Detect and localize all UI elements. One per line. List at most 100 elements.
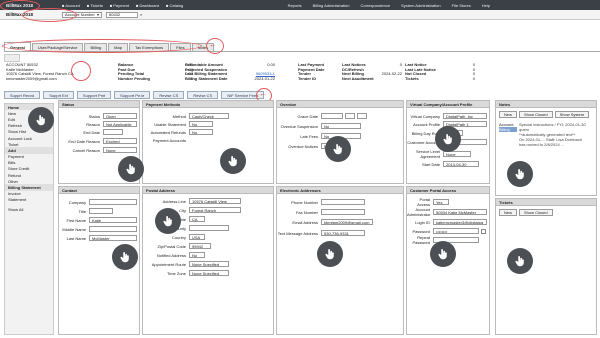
action-button-3[interactable]: Support Pmt [76,91,112,99]
fax-number-field[interactable] [321,209,365,215]
search-input[interactable]: 60432 [106,11,138,18]
action-button-5[interactable]: Revise CS [153,91,185,99]
tickets-show-closed-button[interactable]: Show Closed [519,209,553,216]
portal-access-select[interactable]: Yes [433,199,449,205]
nav-show-all[interactable]: Show All [5,206,53,212]
menu-billing-administration[interactable]: Billing Administration [313,3,350,8]
grace-extra-field[interactable] [357,113,367,119]
menu-tickets[interactable]: ■ Tickets [87,3,103,8]
action-button-2[interactable]: Supprt Ext [43,91,74,99]
nav-statement[interactable]: Statement [5,197,53,203]
cancel-reason-select[interactable]: None [103,147,137,153]
overdue-title: Overdue [277,101,403,108]
state-field[interactable]: CA [189,216,205,222]
note-line[interactable]: Special instructions / FYI: 2024-01-30 [519,122,595,127]
start-date-field[interactable]: 2013-04-30 [443,161,479,167]
header-col-statement: Refundable Amount 0.00 Projected Suspensi… [185,62,275,81]
menu-file-stores[interactable]: File Stores [452,3,471,8]
automated-refunds-select[interactable]: No [189,129,213,135]
virtual-company-title: Virtual Company/Account Profile [407,101,489,108]
hand-pointer-icon [28,107,54,133]
city-field[interactable]: Forest Ranch [189,207,241,213]
notes-show-system-button[interactable]: Show System [554,111,590,118]
search-icon[interactable]: ⌕ [140,12,142,17]
header-col-tickets: Last Notice 0 Last Late Notice 0 Not Close… [405,62,475,81]
account-email: kmcmaster2009@gmail.com [6,75,57,81]
usable-statement-select[interactable]: No [189,121,213,127]
menu-dashboard[interactable]: ■ Dashboard [136,3,159,8]
time-zone-select[interactable]: None Specified [189,270,229,276]
first-name-field[interactable]: Katie [89,217,137,223]
account-icon: ■ [62,2,65,8]
zip-field[interactable]: 95942 [189,243,211,249]
grace-date-field[interactable] [321,113,343,119]
notes-tags: Account Billing [499,122,517,132]
payment-methods-title: Payment Methods [143,101,273,108]
hand-pointer-icon [118,156,144,182]
menu-correspondence[interactable]: Correspondence [360,3,390,8]
hand-pointer-icon [325,136,351,162]
password-field[interactable]: •••••••• [433,228,479,234]
country-field[interactable]: USA [189,234,205,240]
text-message-field[interactable]: 530-736-9331 [321,230,365,236]
company-field[interactable] [89,199,137,205]
menu-account[interactable]: ■ Account [62,3,80,8]
hand-pointer-icon [155,208,181,234]
end-date-reason-select[interactable]: Expired [103,138,137,144]
status-select[interactable]: Open [103,113,137,119]
middle-name-field[interactable] [89,226,137,232]
status-panel-title: Status [59,101,139,108]
note-line: has moved to 2/8/2024 ... [519,142,565,147]
hand-pointer-icon [430,241,456,267]
notes-show-closed-button[interactable]: Show Closed [519,111,553,118]
hand-pointer-icon [112,244,138,270]
action-button-1[interactable]: Supprt Recvd [4,91,41,99]
customer-portal-title: Customer Portal Access [407,187,489,194]
header-col-balance: Balance 0.00 Past Due 0.00 Pending Total 0.… [118,62,193,81]
payment-methods-panel: Payment Methods Method Cash/Check Usable … [142,100,274,184]
title-select[interactable] [89,208,113,214]
show-password-checkbox[interactable] [481,228,486,234]
action-button-4[interactable]: Support Pe.ie [114,91,151,99]
notes-title: Notes [496,101,596,108]
login-id-field[interactable]: katiemcmaster3@digitalpa [433,219,487,225]
highlight-circle [71,61,91,81]
email-address-field[interactable]: kbmfam2009@gmail.com [321,219,373,225]
notified-address-select[interactable]: No [189,252,205,258]
menu-payment[interactable]: ■ Payment [110,3,129,8]
arrow-left-icon: ← [259,89,267,98]
postal-address-title: Postal Address [143,187,273,194]
search-bar: BillMax 2018 Account Number ▾ 60432 ⌕ [0,10,600,20]
hand-pointer-icon [507,161,533,187]
menu-reports[interactable]: Reports [288,3,302,8]
notes-new-button[interactable]: New [499,111,518,118]
last-name-field[interactable]: McMaster [89,235,137,241]
contact-title: Contact [59,187,139,194]
account-summary: ACCOUNT 50532 Katie McMaster 10576 Catsk… [6,62,74,81]
menu-help[interactable]: Help [482,3,490,8]
overdue-suspension-select[interactable]: No [321,123,361,129]
tickets-new-button[interactable]: New [499,209,518,216]
header-col-notices: Last Notices 0 DC/Refresh Next Billing 202… [342,62,402,81]
action-button-6[interactable]: Revise CS [187,91,219,99]
account-administrator-select[interactable]: 50534 Katie McMaster [433,209,487,215]
appointment-route-select[interactable]: None Specified [189,261,229,267]
virtual-company-select[interactable]: DigitalPath, Inc [443,113,487,119]
company-logo [4,54,20,62]
phone-number-field[interactable] [321,199,365,205]
grace-days-field[interactable] [345,113,355,119]
chevron-down-icon: ▾ [96,12,99,17]
payment-method-select[interactable]: Cash/Check [189,113,229,119]
dashboard-icon: ■ [136,2,139,8]
end-date-field[interactable] [103,129,123,135]
action-toolbar: Supprt Recvd Supprt Ext Support Pmt Supp… [4,91,265,99]
reason-select[interactable]: Not Applicable [103,121,137,127]
note-tag[interactable]: Billing [499,127,517,132]
payment-icon: ■ [109,2,113,8]
address-line-field[interactable]: 10576 Catskill View [189,198,241,204]
catalog-icon: ■ [166,2,169,8]
highlight-circle [2,39,202,53]
menu-system-administration[interactable]: System Administration [401,3,441,8]
menu-catalog[interactable]: ■ Catalog [166,3,183,8]
county-field[interactable] [189,225,229,231]
